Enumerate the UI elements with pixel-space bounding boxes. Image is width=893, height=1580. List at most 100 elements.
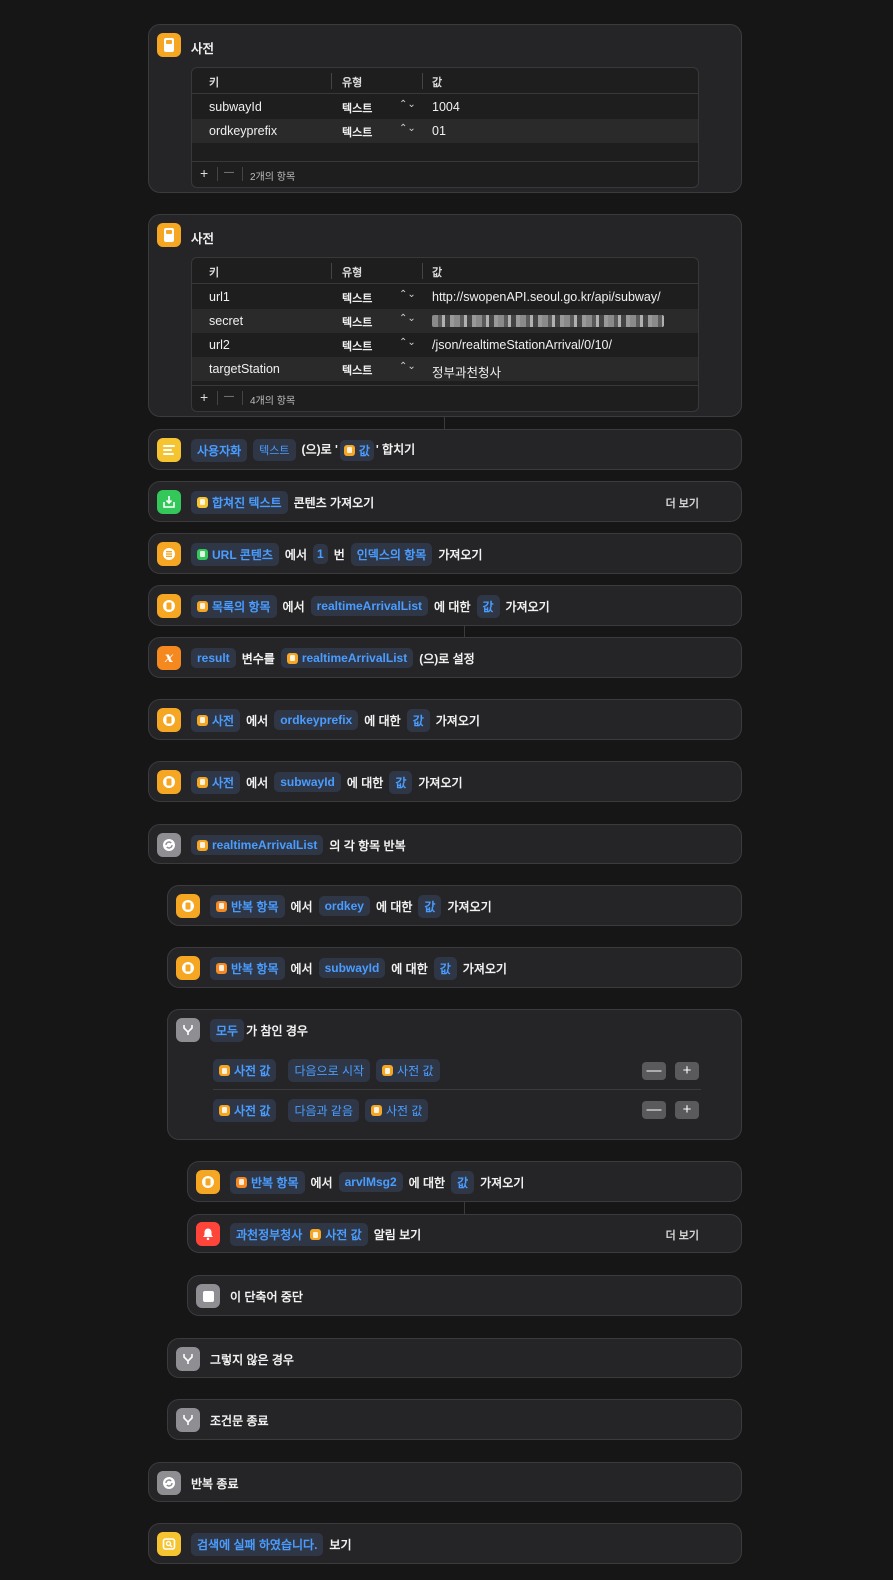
- show-more-button[interactable]: 더 보기: [666, 495, 699, 511]
- otherwise-action[interactable]: 그렇지 않은 경우: [167, 1338, 742, 1378]
- up-down-icon[interactable]: ⌃⌄: [399, 361, 416, 372]
- remove-condition-button[interactable]: —: [642, 1062, 666, 1080]
- stop-shortcut-action[interactable]: 이 단축어 중단: [187, 1275, 742, 1316]
- value-token[interactable]: 값: [476, 594, 500, 618]
- end-if-action[interactable]: 조건문 종료: [167, 1399, 742, 1440]
- variable-token[interactable]: 사전 값: [365, 1098, 429, 1122]
- all-any-token[interactable]: 모두: [210, 1018, 245, 1042]
- text-token[interactable]: 검색에 실패 하였습니다.: [191, 1532, 324, 1556]
- table-row[interactable]: subwayId 텍스트 ⌃⌄ 1004: [192, 95, 698, 119]
- if-action[interactable]: 모두 가 참인 경우 사전 값 다음으로 시작 사전 값 — + 사전 값 다음…: [167, 1009, 742, 1140]
- separator-token[interactable]: 텍스트: [253, 439, 296, 461]
- get-dictionary-value-action[interactable]: 목록의 항목 에서 realtimeArrivalList 에 대한 값 가져오…: [148, 585, 742, 626]
- variable-token[interactable]: URL 콘텐츠: [191, 542, 279, 566]
- show-more-button[interactable]: 더 보기: [666, 1227, 699, 1243]
- value-token[interactable]: 값: [339, 439, 374, 461]
- row-value[interactable]: http://swopenAPI.seoul.go.kr/api/subway/: [432, 290, 661, 304]
- variable-token[interactable]: 사전 값: [213, 1098, 277, 1122]
- variable-token[interactable]: 반복 항목: [210, 956, 285, 980]
- row-key[interactable]: url1: [209, 290, 230, 304]
- variable-token[interactable]: 사전 값: [213, 1059, 277, 1082]
- label: 에 대한: [408, 1175, 446, 1190]
- table-row[interactable]: ordkeyprefix 텍스트 ⌃⌄ 01: [192, 119, 698, 143]
- value-token[interactable]: 값: [451, 1170, 475, 1194]
- table-row[interactable]: url2 텍스트 ⌃⌄ /json/realtimeStationArrival…: [192, 333, 698, 357]
- row-value[interactable]: 01: [432, 124, 446, 138]
- get-dictionary-value-action[interactable]: 반복 항목 에서 arvlMsg2 에 대한 값 가져오기: [187, 1161, 742, 1202]
- add-condition-button[interactable]: +: [675, 1062, 699, 1080]
- row-type[interactable]: 텍스트: [342, 314, 372, 330]
- variable-name-token[interactable]: result: [191, 648, 236, 668]
- key-token[interactable]: subwayId: [274, 772, 341, 792]
- index-token[interactable]: 인덱스의 항목: [350, 542, 433, 566]
- text-token[interactable]: 과천정부청사: [230, 1223, 305, 1246]
- row-value[interactable]: 정부과천청사: [432, 362, 501, 381]
- remove-condition-button[interactable]: —: [642, 1101, 666, 1119]
- up-down-icon[interactable]: ⌃⌄: [399, 337, 416, 348]
- variable-token[interactable]: 사전 값: [376, 1059, 440, 1082]
- repeat-each-action[interactable]: realtimeArrivalList 의 각 항목 반복: [148, 824, 742, 864]
- variable-token[interactable]: 사전 값: [304, 1223, 368, 1246]
- value-token[interactable]: 값: [389, 770, 413, 794]
- row-type[interactable]: 텍스트: [342, 338, 372, 354]
- row-value[interactable]: 1004: [432, 100, 460, 114]
- table-row[interactable]: secret 텍스트 ⌃⌄: [192, 309, 698, 333]
- up-down-icon[interactable]: ⌃⌄: [399, 289, 416, 300]
- row-key[interactable]: targetStation: [209, 362, 280, 376]
- variable-token[interactable]: 합쳐진 텍스트: [191, 490, 288, 514]
- remove-button[interactable]: —: [224, 391, 234, 402]
- value-token[interactable]: 값: [433, 956, 457, 980]
- value-token[interactable]: 값: [418, 894, 442, 918]
- up-down-icon[interactable]: ⌃⌄: [399, 313, 416, 324]
- key-token[interactable]: ordkeyprefix: [274, 710, 359, 730]
- get-dictionary-value-action[interactable]: 반복 항목 에서 subwayId 에 대한 값 가져오기: [167, 947, 742, 988]
- table-row[interactable]: url1 텍스트 ⌃⌄ http://swopenAPI.seoul.go.kr…: [192, 285, 698, 309]
- get-dictionary-value-action[interactable]: 사전 에서 ordkeyprefix 에 대한 값 가져오기: [148, 699, 742, 740]
- get-item-from-list-action[interactable]: URL 콘텐츠 에서 1 번 인덱스의 항목 가져오기: [148, 533, 742, 574]
- dictionary-action-1[interactable]: 사전 키 유형 값 subwayId 텍스트 ⌃⌄ 1004 ordkeypre…: [148, 24, 742, 193]
- redacted-secret[interactable]: [432, 315, 664, 327]
- combine-text-action[interactable]: 사용자화 텍스트 (으)로 ' 값 ' 합치기: [148, 429, 742, 470]
- row-key[interactable]: url2: [209, 338, 230, 352]
- variable-token[interactable]: 반복 항목: [230, 1170, 305, 1194]
- variable-token[interactable]: realtimeArrivalList: [191, 835, 324, 855]
- remove-button[interactable]: —: [224, 167, 234, 178]
- row-type[interactable]: 텍스트: [342, 124, 372, 140]
- operator-token[interactable]: 다음과 같음: [288, 1098, 360, 1122]
- key-token[interactable]: subwayId: [318, 958, 386, 978]
- add-button[interactable]: +: [200, 389, 208, 405]
- row-key[interactable]: secret: [209, 314, 243, 328]
- key-token[interactable]: ordkey: [318, 896, 370, 916]
- show-result-action[interactable]: 검색에 실패 하였습니다. 보기: [148, 1523, 742, 1564]
- row-type[interactable]: 텍스트: [342, 362, 372, 378]
- dictionary-action-2[interactable]: 사전 키 유형 값 url1 텍스트 ⌃⌄ http://swopenAPI.s…: [148, 214, 742, 417]
- up-down-icon[interactable]: ⌃⌄: [399, 123, 416, 134]
- row-value[interactable]: /json/realtimeStationArrival/0/10/: [432, 338, 612, 352]
- key-token[interactable]: realtimeArrivalList: [310, 596, 429, 616]
- number-token[interactable]: 1: [313, 544, 328, 564]
- add-button[interactable]: +: [200, 165, 208, 181]
- row-key[interactable]: ordkeyprefix: [209, 124, 277, 138]
- variable-token[interactable]: 사전: [191, 708, 241, 732]
- variable-token[interactable]: realtimeArrivalList: [280, 648, 414, 668]
- table-row[interactable]: targetStation 텍스트 ⌃⌄ 정부과천청사: [192, 357, 698, 381]
- end-repeat-action[interactable]: 반복 종료: [148, 1462, 742, 1502]
- show-alert-action[interactable]: 과천정부청사 사전 값 알림 보기 더 보기: [187, 1214, 742, 1253]
- key-token[interactable]: arvlMsg2: [338, 1172, 403, 1192]
- header-type: 유형: [342, 77, 363, 89]
- add-condition-button[interactable]: +: [675, 1101, 699, 1119]
- row-type[interactable]: 텍스트: [342, 100, 372, 116]
- variable-token[interactable]: 사전: [191, 770, 241, 794]
- up-down-icon[interactable]: ⌃⌄: [399, 99, 416, 110]
- variable-token[interactable]: 목록의 항목: [191, 594, 277, 618]
- row-key[interactable]: subwayId: [209, 100, 262, 114]
- operator-token[interactable]: 다음으로 시작: [288, 1059, 371, 1082]
- get-dictionary-value-action[interactable]: 사전 에서 subwayId 에 대한 값 가져오기: [148, 761, 742, 802]
- get-dictionary-value-action[interactable]: 반복 항목 에서 ordkey 에 대한 값 가져오기: [167, 885, 742, 926]
- get-contents-action[interactable]: 합쳐진 텍스트 콘텐츠 가져오기 더 보기: [148, 481, 742, 522]
- set-variable-action[interactable]: x result 변수를 realtimeArrivalList (으)로 설정: [148, 637, 742, 678]
- value-token[interactable]: 값: [406, 708, 430, 732]
- text-token[interactable]: 사용자화: [191, 438, 248, 462]
- row-type[interactable]: 텍스트: [342, 290, 372, 306]
- variable-token[interactable]: 반복 항목: [210, 894, 285, 918]
